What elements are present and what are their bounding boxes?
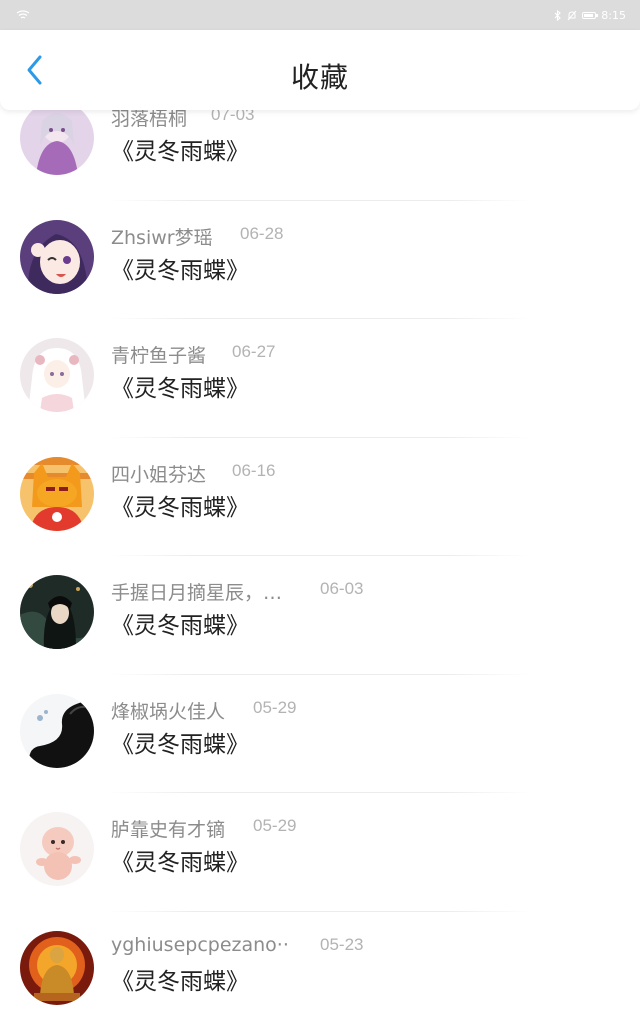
work-title[interactable]: 《灵冬雨蝶》 [111,725,249,759]
list-item[interactable]: Zhsiwr梦瑶 06-28 《灵冬雨蝶》 [0,209,640,328]
list-item[interactable]: 胪靠史有才镝 05-29 《灵冬雨蝶》 [0,801,640,920]
user-avatar[interactable] [20,575,94,649]
user-avatar[interactable] [20,101,94,175]
divider [110,792,530,793]
user-avatar[interactable] [20,219,94,294]
wifi-icon [16,10,30,19]
user-name: Zhsiwr梦瑶 [111,226,213,249]
work-title[interactable]: 《灵冬雨蝶》 [111,843,249,877]
status-right: 8:15 [554,9,626,22]
user-avatar[interactable] [20,693,94,768]
favorite-date: 06-16 [232,460,276,480]
work-title[interactable]: 《灵冬雨蝶》 [111,606,249,640]
favorite-date: 06-28 [240,223,284,243]
status-left [16,10,30,20]
list-item[interactable]: 羽落梧桐 07-03 《灵冬雨蝶》 [0,94,640,209]
header-bar: 收藏 [0,30,640,110]
favorite-date: 05-23 [320,934,364,954]
work-title[interactable]: 《灵冬雨蝶》 [111,962,249,996]
divider [110,673,530,675]
favorite-date: 06-03 [320,579,364,598]
user-name: 四小姐芬达 [111,463,207,486]
work-title[interactable]: 《灵冬雨蝶》 [111,251,249,285]
user-avatar[interactable] [20,930,94,1005]
favorite-date: 05-29 [253,697,297,717]
work-title[interactable]: 《灵冬雨蝶》 [111,369,249,403]
page-title: 收藏 [290,61,349,94]
divider [110,318,530,319]
user-name: yghiusepcpezano·· [111,933,289,956]
user-name: 手握日月摘星辰，… [111,582,283,604]
list-item[interactable]: yghiusepcpezano·· 05-23 《灵冬雨蝶》 [0,920,640,1024]
mute-icon [567,10,577,20]
status-bar: 8:15 [0,0,640,30]
divider [110,910,530,912]
user-name: 青柠鱼子酱 [111,345,207,367]
user-avatar[interactable] [20,338,94,412]
list-item[interactable]: 烽椒埚火佳人 05-29 《灵冬雨蝶》 [0,683,640,802]
list-item[interactable]: 青柠鱼子酱 06-27 《灵冬雨蝶》 [0,327,640,446]
work-title[interactable]: 《灵冬雨蝶》 [111,488,249,522]
list-item[interactable]: 四小姐芬达 06-16 《灵冬雨蝶》 [0,446,640,565]
user-avatar[interactable] [20,812,94,886]
battery-icon [582,11,599,19]
user-name: 胪靠史有才镝 [111,819,226,841]
favorite-date: 05-29 [253,816,297,835]
divider [110,436,530,438]
user-name: 烽椒埚火佳人 [111,700,226,723]
divider [110,555,530,556]
work-title[interactable]: 《灵冬雨蝶》 [111,132,249,166]
favorite-date: 06-27 [232,342,276,361]
bluetooth-icon [554,9,562,21]
status-time: 8:15 [601,8,626,22]
list-item[interactable]: 手握日月摘星辰，… 06-03 《灵冬雨蝶》 [0,564,640,683]
divider [110,199,530,201]
user-avatar[interactable] [20,456,94,531]
favorites-list[interactable]: 羽落梧桐 07-03 《灵冬雨蝶》 Zhsiwr梦瑶 06-28 《灵冬雨蝶》 … [0,94,640,1024]
